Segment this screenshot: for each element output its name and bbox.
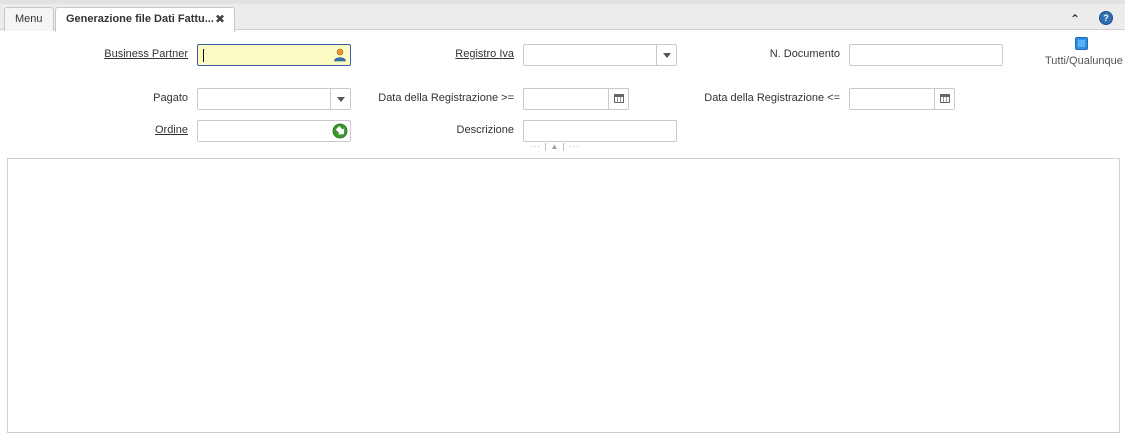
- data-registrazione-to-label: Data della Registrazione <=: [704, 92, 840, 104]
- pagato-select[interactable]: [197, 88, 351, 110]
- ordine-input[interactable]: [198, 121, 350, 141]
- n-documento-input[interactable]: [850, 45, 1002, 65]
- lookup-arrow-icon[interactable]: [332, 123, 348, 139]
- user-icon[interactable]: [333, 48, 347, 62]
- results-grid[interactable]: [7, 158, 1120, 433]
- chevron-down-icon[interactable]: [656, 45, 676, 65]
- business-partner-field[interactable]: [197, 44, 351, 66]
- calendar-icon: [614, 94, 624, 103]
- tab-title: Generazione file Dati Fattu...: [66, 13, 214, 25]
- n-documento-field[interactable]: [849, 44, 1003, 66]
- calendar-button[interactable]: [608, 89, 628, 109]
- calendar-icon: [940, 94, 950, 103]
- descrizione-field[interactable]: [523, 120, 677, 142]
- help-icon[interactable]: ?: [1099, 11, 1113, 25]
- pagato-label: Pagato: [153, 92, 188, 104]
- ordine-field[interactable]: [197, 120, 351, 142]
- collapse-icon[interactable]: ⌃: [1070, 12, 1080, 26]
- descrizione-label: Descrizione: [456, 124, 514, 136]
- business-partner-input[interactable]: [198, 45, 350, 65]
- registro-iva-label[interactable]: Registro Iva: [400, 44, 514, 64]
- descrizione-input[interactable]: [524, 121, 676, 141]
- business-partner-label[interactable]: Business Partner: [100, 44, 188, 64]
- registro-iva-select[interactable]: [523, 44, 677, 66]
- tab-menu[interactable]: Menu: [4, 7, 54, 31]
- data-registrazione-from-field[interactable]: [523, 88, 629, 110]
- chevron-down-icon[interactable]: [330, 89, 350, 109]
- close-icon[interactable]: ✖: [215, 8, 225, 30]
- data-registrazione-to-field[interactable]: [849, 88, 955, 110]
- tab-menu-label: Menu: [15, 13, 43, 25]
- ordine-label[interactable]: Ordine: [100, 120, 188, 140]
- tab-bar: Menu Generazione file Dati Fattu... ✖ ⌃ …: [0, 0, 1125, 32]
- n-documento-label: N. Documento: [769, 48, 840, 60]
- calendar-button[interactable]: [934, 89, 954, 109]
- tutti-qualunque-toggle[interactable]: [1075, 37, 1088, 50]
- data-registrazione-from-label: Data della Registrazione >=: [378, 92, 514, 104]
- pagato-input[interactable]: [198, 89, 350, 109]
- tab-generazione-file[interactable]: Generazione file Dati Fattu... ✖: [55, 7, 235, 32]
- text-caret: [203, 49, 204, 62]
- registro-iva-input[interactable]: [524, 45, 676, 65]
- tutti-qualunque-label: Tutti/Qualunque: [1045, 55, 1123, 67]
- panel-splitter[interactable]: ··· | ▲ | ···: [530, 142, 600, 152]
